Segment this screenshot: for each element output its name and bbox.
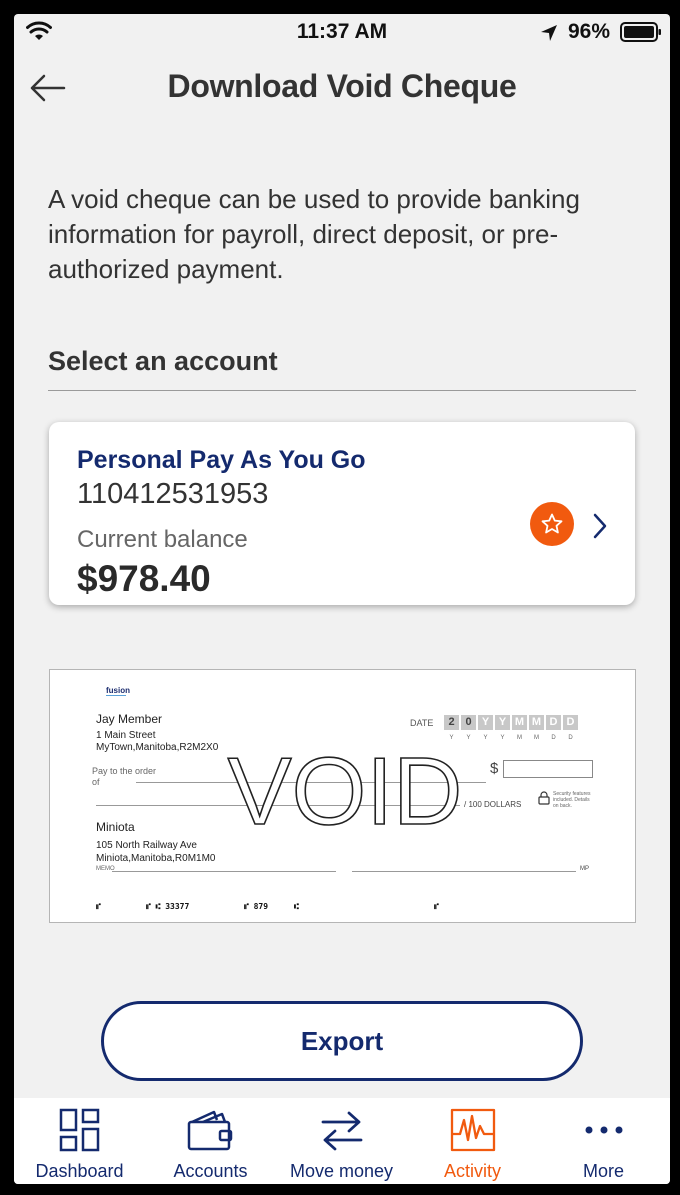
dollar-sign: $ (490, 760, 499, 777)
payee-address-line2: Miniota,Manitoba,R0M1M0 (96, 853, 216, 864)
account-card[interactable]: Personal Pay As You Go 110412531953 Curr… (49, 422, 635, 605)
battery-icon (620, 22, 661, 42)
date-box: D (563, 715, 578, 730)
balance-label: Current balance (77, 526, 248, 553)
mp-label: MP (580, 866, 589, 872)
date-format-char: D (568, 735, 573, 741)
security-note: Security features included. Details on b… (553, 791, 591, 809)
tab-label: Activity (443, 1161, 501, 1181)
battery-percent: 96% (568, 20, 611, 43)
micr-code: ⑆ (294, 902, 299, 911)
phone-screen: 11:37 AM 96% Download Void Cheque A void… (14, 14, 670, 1184)
account-holder-name: Jay Member (96, 712, 163, 726)
date-format-char: D (551, 735, 556, 741)
date-format-char: Y (483, 735, 488, 741)
logo-underline (106, 695, 126, 696)
payee-name: Miniota (96, 820, 135, 834)
void-watermark: VOID (227, 744, 463, 834)
date-box: M (512, 715, 527, 730)
tab-move-money[interactable]: Move money (276, 1098, 407, 1184)
date-box: 2 (444, 715, 459, 730)
date-format-char: Y (500, 735, 505, 741)
date-format-char: M (534, 735, 539, 741)
memo-line (112, 871, 336, 872)
date-format-char: Y (466, 735, 471, 741)
favorite-star-button[interactable] (530, 502, 574, 546)
date-box: Y (478, 715, 493, 730)
void-cheque-preview: fusion Jay Member 1 Main Street MyTown,M… (49, 669, 636, 923)
date-format: Y Y Y Y M M D D (444, 735, 578, 741)
section-divider (48, 390, 636, 391)
signature-line (352, 871, 576, 872)
tab-more[interactable]: More (538, 1098, 669, 1184)
payee-address-line1: 105 North Railway Ave (96, 840, 197, 851)
more-dots-icon (585, 1126, 622, 1134)
section-label: Select an account (48, 346, 278, 376)
tab-label: Move money (289, 1161, 394, 1181)
date-box: D (546, 715, 561, 730)
export-button[interactable]: Export (101, 1001, 583, 1081)
amount-box (503, 760, 593, 778)
wallet-icon (187, 1110, 232, 1151)
micr-code: ⑈ (96, 902, 101, 911)
date-format-char: M (517, 735, 522, 741)
dashboard-icon (59, 1108, 99, 1152)
tab-dashboard[interactable]: Dashboard (14, 1098, 145, 1184)
date-box: Y (495, 715, 510, 730)
tab-label: Accounts (173, 1161, 248, 1181)
tab-label: Dashboard (35, 1161, 124, 1181)
date-box: M (529, 715, 544, 730)
padlock-icon (538, 791, 550, 805)
micr-code: ⑈ ⑆ 33377 (146, 902, 190, 911)
holder-address-line2: MyTown,Manitoba,R2M2X0 (96, 742, 219, 753)
bottom-tab-bar: Dashboard Accounts Move money Activity M… (14, 1098, 670, 1184)
date-label: DATE (410, 718, 434, 728)
location-arrow-icon (541, 25, 557, 41)
dollars-label: / 100 DOLLARS (464, 800, 522, 809)
date-format-char: Y (449, 735, 454, 741)
description-text: A void cheque can be used to provide ban… (48, 184, 580, 284)
micr-code: ⑈ (434, 902, 439, 911)
tab-accounts[interactable]: Accounts (145, 1098, 276, 1184)
page-title: Download Void Cheque (167, 68, 517, 104)
account-balance: $978.40 (77, 558, 211, 599)
tab-activity[interactable]: Activity (407, 1098, 538, 1184)
status-bar: 11:37 AM 96% (14, 14, 670, 54)
bank-logo: fusion (106, 686, 130, 695)
holder-address-line1: 1 Main Street (96, 730, 156, 741)
activity-chart-icon (450, 1108, 495, 1152)
chevron-right-icon (593, 513, 607, 539)
star-icon (541, 513, 563, 534)
pay-to-label: Pay to the order of (92, 766, 157, 787)
transfer-arrows-icon (321, 1111, 362, 1151)
void-text: VOID (228, 744, 463, 834)
account-number: 110412531953 (77, 478, 269, 510)
date-boxes: 2 0 Y Y M M D D (444, 715, 578, 730)
micr-code: ⑈ 879 (244, 902, 269, 911)
date-box: 0 (461, 715, 476, 730)
account-name: Personal Pay As You Go (77, 446, 366, 474)
header: Download Void Cheque (14, 62, 670, 112)
tab-label: More (582, 1161, 624, 1181)
